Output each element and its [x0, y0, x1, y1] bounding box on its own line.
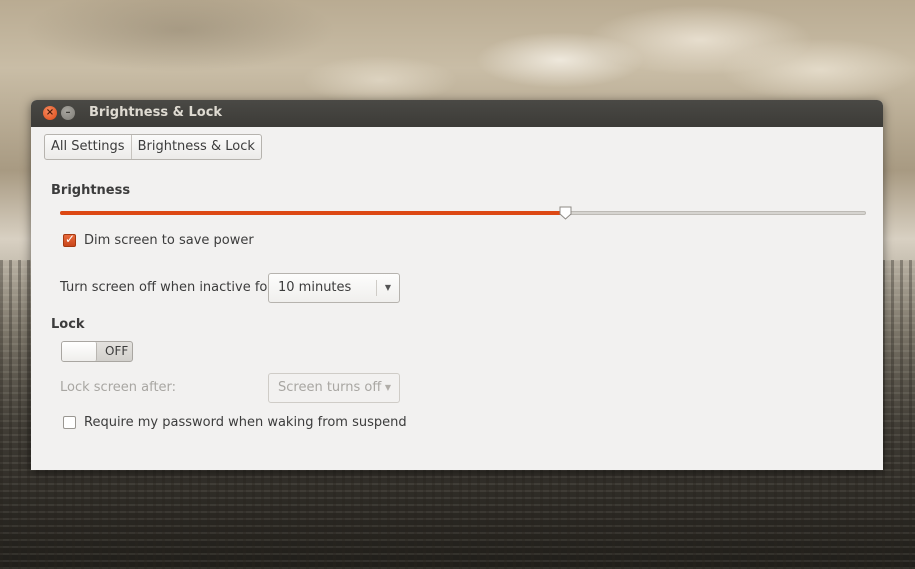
- lock-heading: Lock: [51, 317, 85, 332]
- chevron-down-icon: ▼: [384, 283, 391, 292]
- lock-after-selected-value: Screen turns off: [278, 380, 382, 395]
- screen-off-label: Turn screen off when inactive for:: [60, 280, 277, 295]
- check-icon: ✓: [65, 232, 76, 246]
- lock-after-label: Lock screen after:: [60, 380, 177, 395]
- toggle-knob: [62, 342, 97, 361]
- dropdown-separator: [376, 280, 377, 296]
- brightness-heading: Brightness: [51, 183, 131, 198]
- close-icon[interactable]: ×: [43, 106, 57, 120]
- settings-window: × – Brightness & Lock All Settings Brigh…: [31, 100, 883, 470]
- screen-off-dropdown[interactable]: 10 minutes ▼: [268, 273, 400, 303]
- window-title: Brightness & Lock: [89, 105, 223, 120]
- brightness-slider-handle[interactable]: [559, 206, 572, 220]
- screen-off-selected-value: 10 minutes: [278, 280, 352, 295]
- chevron-down-icon: ▼: [384, 383, 391, 392]
- toggle-state-label: OFF: [105, 344, 129, 358]
- window-titlebar[interactable]: × – Brightness & Lock: [31, 100, 883, 127]
- brightness-slider-fill: [60, 211, 565, 215]
- lock-toggle-switch[interactable]: OFF: [61, 341, 133, 362]
- lock-after-dropdown[interactable]: Screen turns off ▼: [268, 373, 400, 403]
- breadcrumb: All Settings Brightness & Lock: [44, 134, 262, 160]
- minimize-icon[interactable]: –: [61, 106, 75, 120]
- dim-screen-checkbox[interactable]: ✓: [63, 232, 76, 247]
- require-password-label[interactable]: Require my password when waking from sus…: [84, 415, 407, 430]
- breadcrumb-all-settings[interactable]: All Settings: [45, 135, 131, 159]
- breadcrumb-brightness-lock[interactable]: Brightness & Lock: [130, 135, 261, 159]
- dim-screen-label[interactable]: Dim screen to save power: [84, 233, 254, 248]
- require-password-checkbox[interactable]: [63, 416, 76, 429]
